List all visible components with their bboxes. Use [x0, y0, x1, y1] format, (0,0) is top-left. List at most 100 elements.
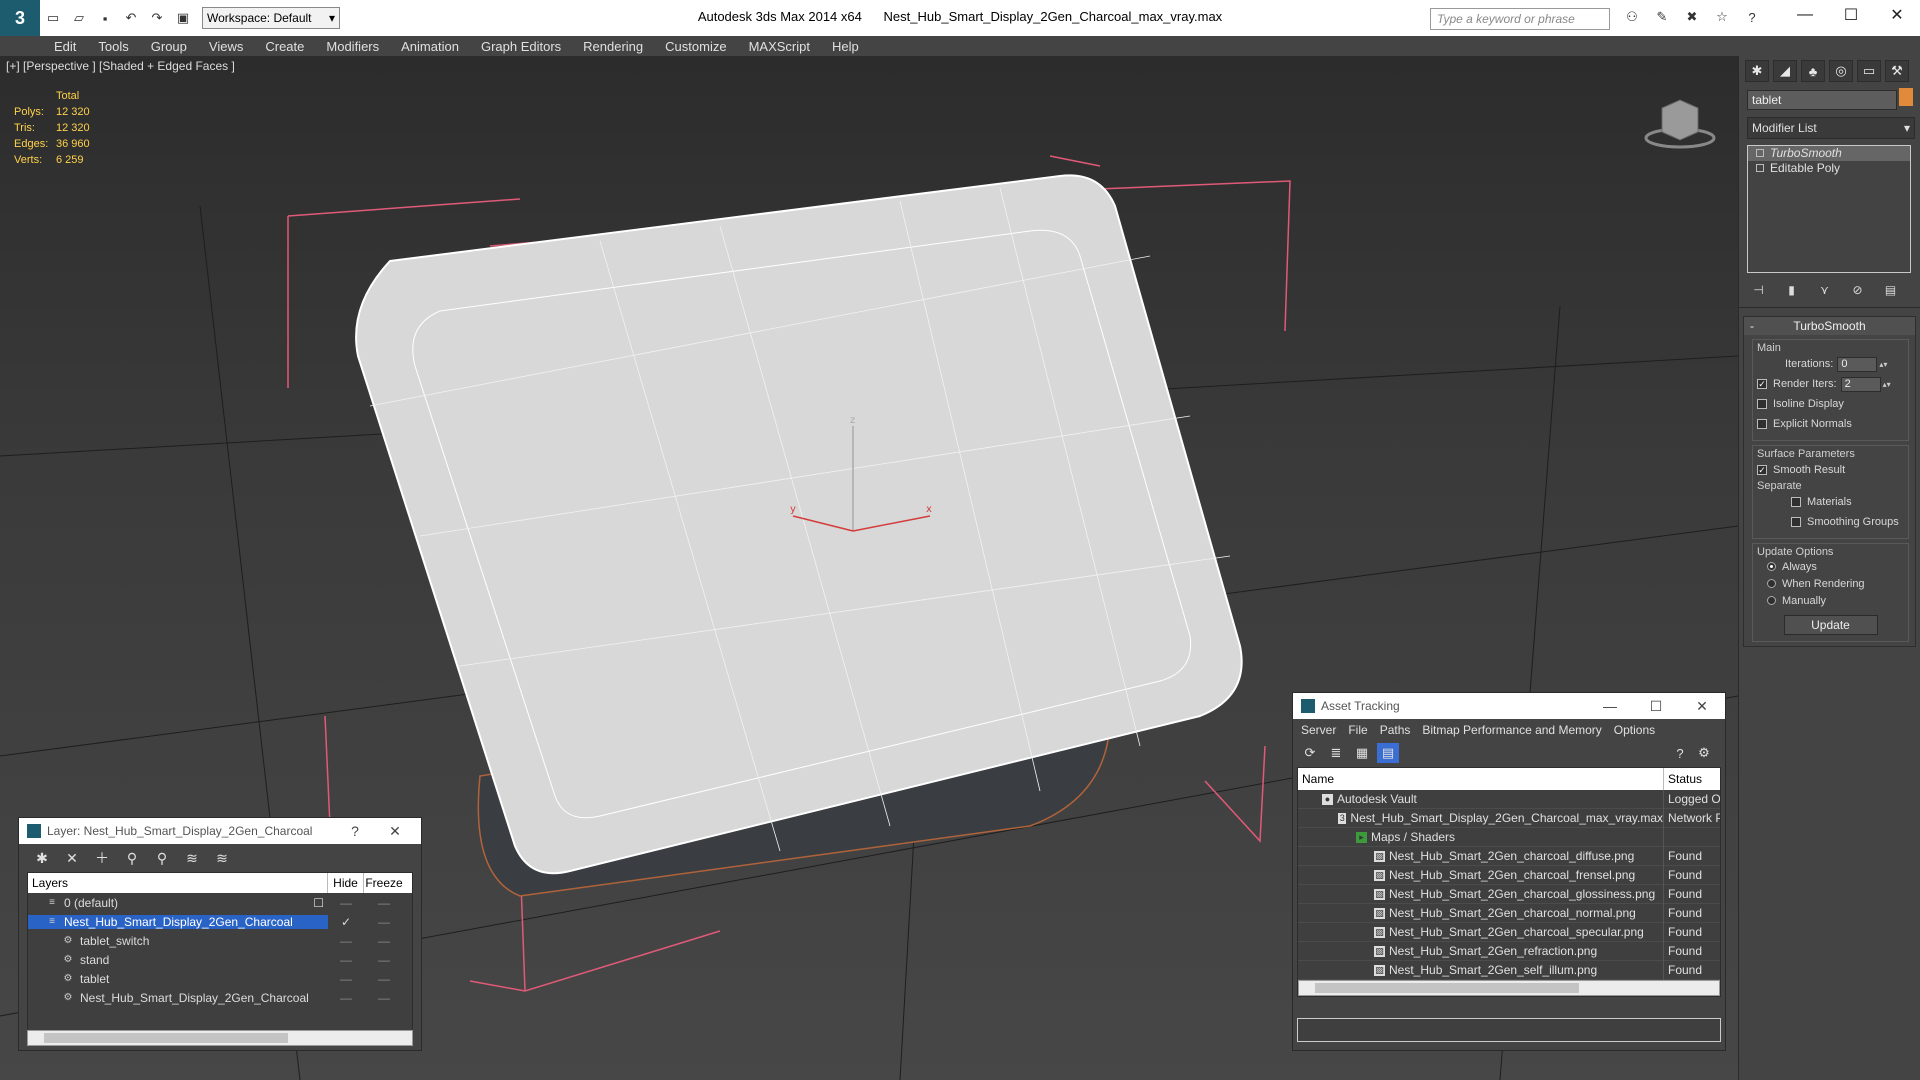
project-folder-icon[interactable]: ▣ — [174, 9, 192, 27]
menu-file[interactable]: File — [1348, 723, 1367, 737]
spinner-arrows-icon[interactable]: ▴▾ — [1883, 380, 1891, 389]
close-button[interactable]: ✕ — [1874, 0, 1920, 30]
new-layer-icon[interactable]: ✱ — [31, 849, 53, 867]
table-row[interactable]: ≡ Nest_Hub_Smart_Display_2Gen_Charcoal ✓ … — [28, 912, 412, 931]
freeze-all-icon[interactable]: ≋ — [211, 849, 233, 867]
new-file-icon[interactable]: ▭ — [44, 9, 62, 27]
viewport-label[interactable]: [+] [Perspective ] [Shaded + Edged Faces… — [6, 59, 235, 73]
motion-tab-icon[interactable]: ◎ — [1829, 60, 1853, 82]
favorites-star-icon[interactable]: ☆ — [1711, 8, 1733, 26]
update-button[interactable]: Update — [1783, 615, 1878, 635]
add-to-layer-icon[interactable]: ＋ — [91, 849, 113, 867]
current-check-icon[interactable]: ✓ — [328, 915, 364, 929]
save-icon[interactable]: ▪ — [96, 9, 114, 27]
manually-radio[interactable] — [1767, 596, 1776, 605]
hide-toggle[interactable]: — — [328, 972, 364, 986]
stack-item-editable-poly[interactable]: Editable Poly — [1748, 161, 1910, 176]
scrollbar-thumb[interactable] — [1315, 983, 1579, 993]
materials-checkbox[interactable] — [1791, 497, 1801, 507]
menu-customize[interactable]: Customize — [665, 39, 726, 54]
modifier-list-dropdown[interactable]: Modifier List ▾ — [1747, 117, 1915, 139]
table-row[interactable]: ▧ Nest_Hub_Smart_2Gen_charcoal_frensel.pn… — [1298, 865, 1720, 885]
freeze-toggle[interactable]: — — [364, 896, 404, 910]
col-hide[interactable]: Hide — [328, 873, 364, 893]
table-row[interactable]: ▧ Nest_Hub_Smart_2Gen_charcoal_diffuse.pn… — [1298, 846, 1720, 866]
asset-window-titlebar[interactable]: Asset Tracking — ☐ ✕ — [1293, 693, 1725, 719]
hide-toggle[interactable]: — — [328, 934, 364, 948]
menu-graph-editors[interactable]: Graph Editors — [481, 39, 561, 54]
table-row[interactable]: ● Autodesk Vault Logged O — [1298, 789, 1720, 809]
pin-stack-icon[interactable]: ⊣ — [1747, 281, 1770, 299]
search-input[interactable]: Type a keyword or phrase — [1430, 8, 1610, 30]
table-row[interactable]: ▧ Nest_Hub_Smart_2Gen_charcoal_glossiness… — [1298, 884, 1720, 904]
table-row[interactable]: ⚙ tablet_switch — — — [28, 931, 412, 950]
hide-toggle[interactable]: — — [328, 896, 364, 910]
col-layers[interactable]: Layers — [28, 873, 328, 893]
minimize-button[interactable]: — — [1782, 0, 1828, 30]
remove-modifier-icon[interactable]: ⊘ — [1846, 281, 1869, 299]
object-color-swatch[interactable] — [1899, 88, 1913, 106]
modify-tab-icon[interactable]: ◢ — [1773, 60, 1797, 82]
table-row[interactable]: ⚙ Nest_Hub_Smart_Display_2Gen_Charcoal — … — [28, 988, 412, 1007]
menu-help[interactable]: Help — [832, 39, 859, 54]
object-name-field[interactable]: tablet — [1747, 90, 1897, 110]
hide-toggle[interactable]: — — [328, 953, 364, 967]
utilities-tab-icon[interactable]: ⚒ — [1885, 60, 1909, 82]
menu-modifiers[interactable]: Modifiers — [326, 39, 379, 54]
table-row[interactable]: ▧ Nest_Hub_Smart_2Gen_self_illum.png Foun… — [1298, 960, 1720, 980]
stack-item-turbosmooth[interactable]: TurboSmooth — [1748, 146, 1910, 161]
table-row[interactable]: ≡ 0 (default) ☐ — — — [28, 893, 412, 912]
tools-icon[interactable]: ✎ — [1651, 8, 1673, 26]
table-row[interactable]: ⚙ tablet — — — [28, 969, 412, 988]
rollout-header[interactable]: - TurboSmooth — [1744, 317, 1915, 335]
menu-server[interactable]: Server — [1301, 723, 1336, 737]
hierarchy-tab-icon[interactable]: ♣ — [1801, 60, 1825, 82]
menu-views[interactable]: Views — [209, 39, 243, 54]
col-status[interactable]: Status — [1664, 772, 1720, 786]
table-row[interactable]: ⚙ stand — — — [28, 950, 412, 969]
col-freeze[interactable]: Freeze — [364, 876, 404, 890]
menu-paths[interactable]: Paths — [1380, 723, 1411, 737]
table-row[interactable]: ▧ Nest_Hub_Smart_2Gen_charcoal_normal.png… — [1298, 903, 1720, 923]
explicit-normals-checkbox[interactable] — [1757, 419, 1767, 429]
minimize-button[interactable]: — — [1587, 693, 1633, 719]
close-button[interactable]: ✕ — [375, 818, 415, 844]
select-objects-icon[interactable]: ⚲ — [121, 849, 143, 867]
scrollbar-thumb[interactable] — [44, 1033, 288, 1043]
menu-group[interactable]: Group — [151, 39, 187, 54]
freeze-toggle[interactable]: — — [364, 915, 404, 929]
help-icon[interactable]: ? — [1669, 743, 1691, 763]
isoline-checkbox[interactable] — [1757, 399, 1767, 409]
when-rendering-radio[interactable] — [1767, 579, 1776, 588]
settings-icon[interactable]: ⚙ — [1693, 743, 1715, 763]
col-name[interactable]: Name — [1298, 768, 1664, 790]
close-button[interactable]: ✕ — [1679, 693, 1725, 719]
show-end-result-icon[interactable]: ▮ — [1780, 281, 1803, 299]
help-icon[interactable]: ? — [1741, 8, 1763, 26]
menu-bitmap-performance[interactable]: Bitmap Performance and Memory — [1422, 723, 1601, 737]
thumbnail-view-icon[interactable]: ▦ — [1351, 743, 1373, 763]
table-row[interactable]: ▸ Maps / Shaders — [1298, 827, 1720, 847]
binoculars-icon[interactable]: ⚇ — [1621, 8, 1643, 26]
help-button[interactable]: ? — [335, 818, 375, 844]
layer-horizontal-scrollbar[interactable] — [27, 1030, 413, 1046]
menu-edit[interactable]: Edit — [54, 39, 76, 54]
table-row[interactable]: ▧ Nest_Hub_Smart_2Gen_refraction.png Foun… — [1298, 941, 1720, 961]
freeze-toggle[interactable]: — — [364, 934, 404, 948]
maximize-button[interactable]: ☐ — [1633, 693, 1679, 719]
hide-toggle[interactable]: — — [328, 991, 364, 1005]
asset-horizontal-scrollbar[interactable] — [1298, 980, 1720, 996]
layer-window-titlebar[interactable]: Layer: Nest_Hub_Smart_Display_2Gen_Charc… — [19, 818, 421, 844]
smoothing-groups-checkbox[interactable] — [1791, 517, 1801, 527]
expand-icon[interactable] — [1756, 164, 1764, 172]
freeze-toggle[interactable]: — — [364, 953, 404, 967]
menu-create[interactable]: Create — [265, 39, 304, 54]
iterations-spinner[interactable]: 0 — [1837, 356, 1878, 372]
undo-icon[interactable]: ↶ — [122, 9, 140, 27]
list-view-icon[interactable]: ≣ — [1325, 743, 1347, 763]
always-radio[interactable] — [1767, 562, 1776, 571]
smooth-result-checkbox[interactable]: ✓ — [1757, 465, 1767, 475]
delete-layer-icon[interactable]: ✕ — [61, 849, 83, 867]
freeze-toggle[interactable]: — — [364, 972, 404, 986]
lightbulb-icon[interactable] — [1756, 149, 1764, 157]
